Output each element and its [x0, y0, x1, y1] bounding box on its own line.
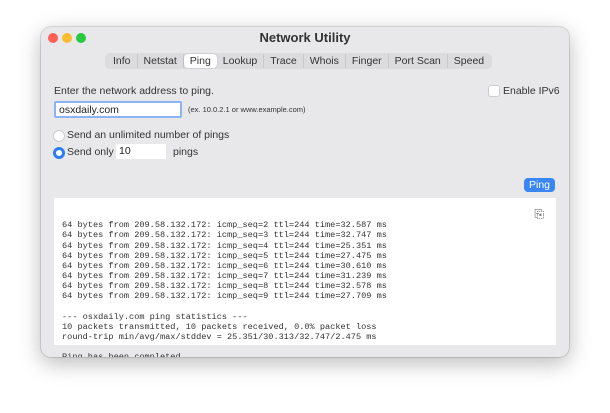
output-line: 64 bytes from 209.58.132.172: icmp_seq=9… [62, 291, 387, 302]
ping-button[interactable]: Ping [524, 178, 555, 192]
tab-whois[interactable]: Whois [304, 54, 346, 68]
tab-port-scan[interactable]: Port Scan [389, 54, 448, 68]
output-area[interactable]: 64 bytes from 209.58.132.172: icmp_seq=2… [54, 198, 556, 357]
send-only-radio[interactable] [53, 147, 65, 159]
ipv6-checkbox[interactable] [488, 85, 500, 97]
tab-info[interactable]: Info [107, 54, 138, 68]
tab-trace[interactable]: Trace [264, 54, 304, 68]
output-line: 10 packets transmitted, 10 packets recei… [62, 321, 377, 332]
output-line: 64 bytes from 209.58.132.172: icmp_seq=8… [62, 281, 387, 292]
tab-bar: Info Netstat Ping Lookup Trace Whois Finger Por… [105, 53, 493, 69]
output-line: 64 bytes from 209.58.132.172: icmp_seq=2… [62, 220, 387, 231]
address-prompt: Enter the network address to ping. [54, 85, 214, 97]
network-utility-window: Network Utility Info Netstat Ping Lookup Tra… [41, 27, 569, 357]
output-line: --- osxdaily.com ping statistics --- [62, 311, 248, 322]
output-line: 64 bytes from 209.58.132.172: icmp_seq=4… [62, 240, 387, 251]
tab-ping[interactable]: Ping [183, 54, 217, 68]
output-line: Ping has been completed... [62, 352, 556, 357]
output-line: round-trip min/avg/max/stddev = 25.351/3… [62, 331, 377, 342]
address-input[interactable]: osxdaily.com [54, 101, 182, 118]
pings-label: pings [173, 146, 199, 158]
window-title: Network Utility [259, 30, 351, 45]
tab-netstat[interactable]: Netstat [138, 54, 184, 68]
tab-lookup[interactable]: Lookup [217, 54, 265, 68]
output-line: 64 bytes from 209.58.132.172: icmp_seq=5… [62, 250, 387, 261]
send-only-label: Send only [67, 146, 114, 158]
tab-finger[interactable]: Finger [346, 54, 389, 68]
output-line: 64 bytes from 209.58.132.172: icmp_seq=6… [62, 260, 387, 271]
tab-speed[interactable]: Speed [448, 54, 490, 68]
address-hint: (ex. 10.0.2.1 or www.example.com) [188, 105, 306, 114]
unlimited-radio[interactable] [53, 130, 65, 142]
output-line: 64 bytes from 209.58.132.172: icmp_seq=7… [62, 271, 387, 282]
output-line: 64 bytes from 209.58.132.172: icmp_seq=3… [62, 230, 387, 241]
copy-icon[interactable]: ⎘ [534, 209, 544, 221]
ping-count-input[interactable]: 10 [116, 144, 166, 159]
ipv6-label: Enable IPv6 [503, 85, 560, 97]
unlimited-label: Send an unlimited number of pings [67, 129, 230, 141]
